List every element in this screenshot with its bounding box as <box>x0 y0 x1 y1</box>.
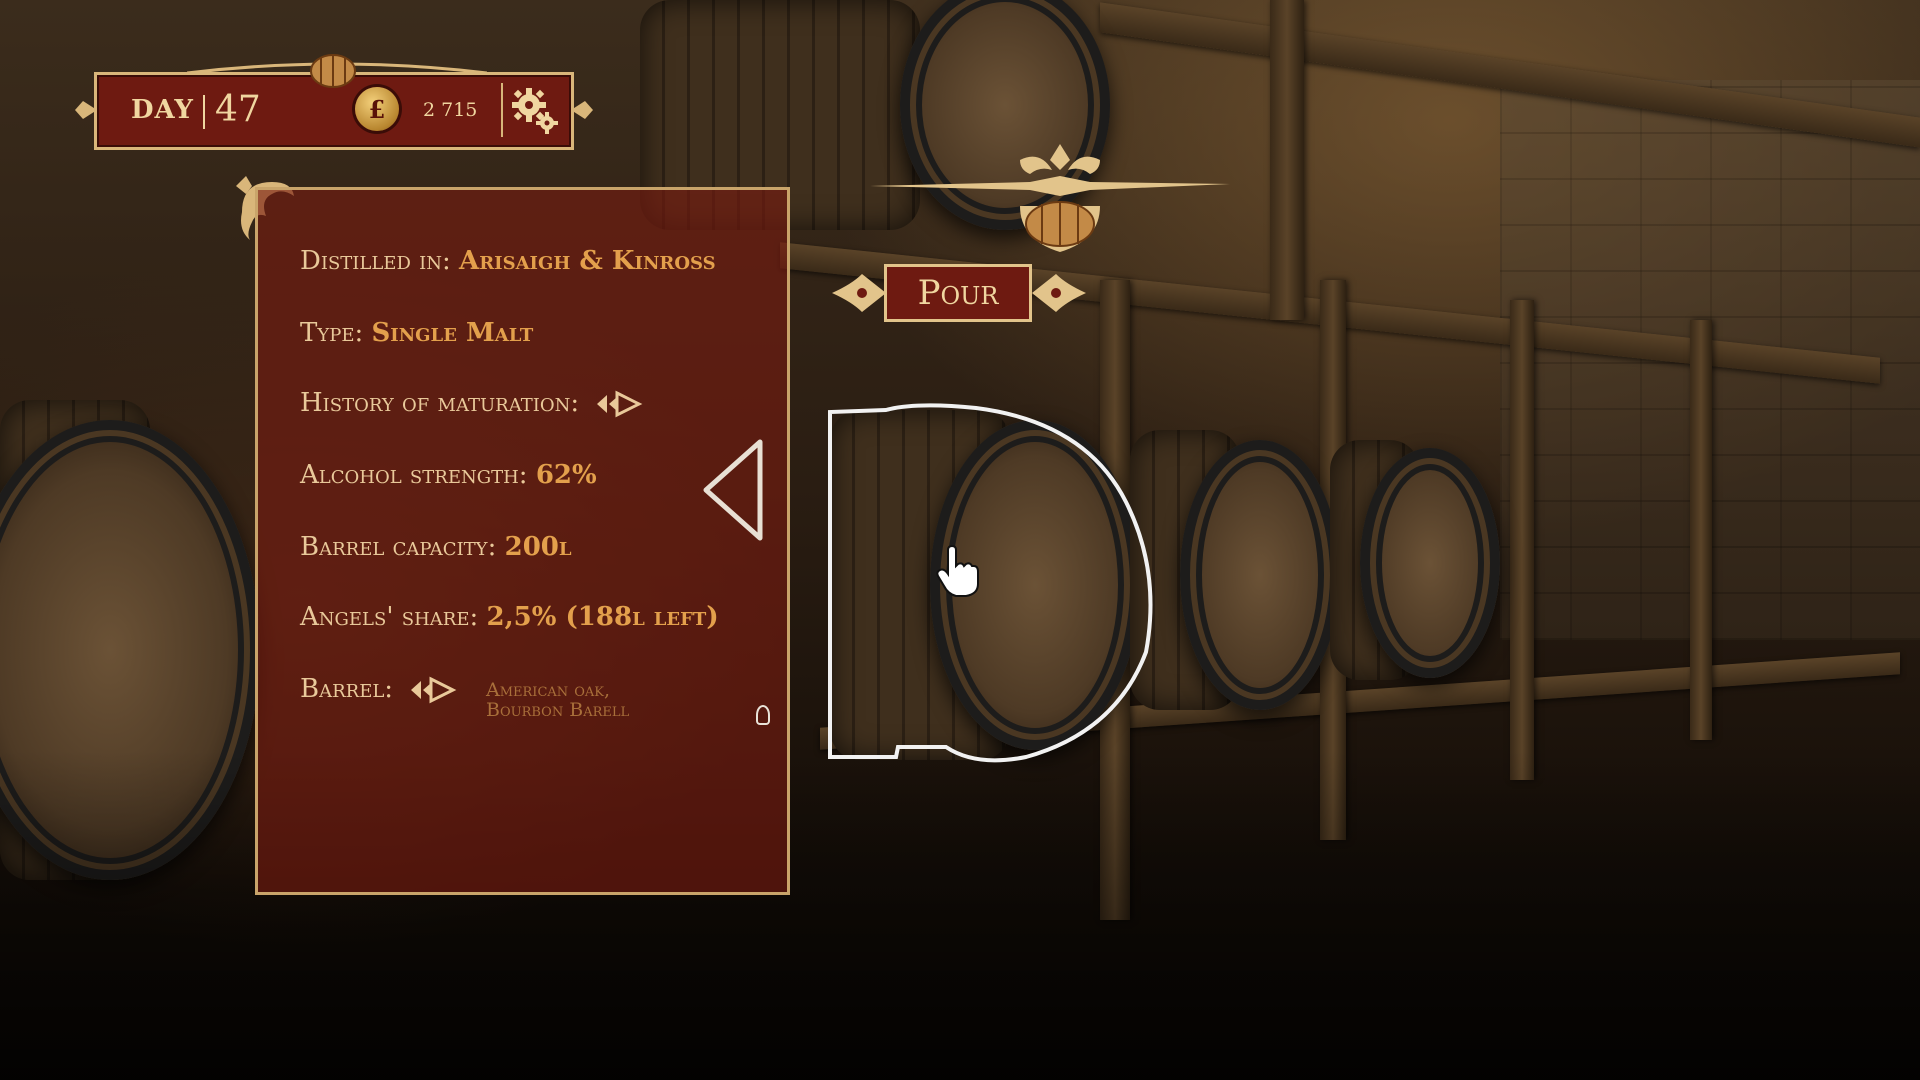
type-row: Type: Single Malt <box>300 318 533 348</box>
distilled-in-label: Distilled in: <box>300 246 451 276</box>
day-separator <box>203 95 205 129</box>
barrel-3-head[interactable] <box>1360 448 1500 678</box>
day-label: DAY <box>131 95 194 125</box>
hud-left-ornament <box>75 101 97 119</box>
hud-right-ornament <box>571 101 593 119</box>
ceiling-post <box>1270 0 1304 320</box>
history-label: History of maturation: <box>300 388 580 418</box>
coin-icon: £ <box>355 87 399 131</box>
pour-ornament <box>870 144 1230 252</box>
pour-right-ornament <box>1032 274 1086 312</box>
money-amount: 2 715 <box>423 99 478 121</box>
money-separator <box>501 83 503 137</box>
barrel-label: Barrel: <box>300 674 394 704</box>
day-number: 47 <box>215 89 261 130</box>
alcohol-row: Alcohol strength: 62% <box>300 460 597 490</box>
pour-left-ornament <box>832 274 886 312</box>
settings-gear-icon[interactable] <box>507 83 563 139</box>
alcohol-value: 62% <box>535 460 597 490</box>
history-expand-arrow-icon[interactable] <box>595 389 643 419</box>
angels-share-value: 2,5% (188l left) <box>486 602 719 632</box>
hand-cursor-icon <box>936 544 979 597</box>
shelf-post-4 <box>1690 320 1712 740</box>
history-row: History of maturation: <box>300 388 643 419</box>
capacity-value: 200l <box>504 532 572 562</box>
scroll-indicator[interactable] <box>756 705 770 725</box>
barrel-type-text: American oak, Bourbon Barell <box>486 680 629 720</box>
barrel-row: Barrel: <box>300 674 457 705</box>
barrel-2-head[interactable] <box>1180 440 1340 710</box>
top-status-bar: DAY 47 £ 2 715 <box>75 54 593 150</box>
angels-share-row: Angels' share: 2,5% (188l left) <box>300 602 719 632</box>
shelf-post-3 <box>1510 300 1534 780</box>
hud-barrel-icon <box>310 54 356 88</box>
type-value: Single Malt <box>371 318 534 348</box>
distilled-in-row: Distilled in: Arisaigh & Kinross <box>300 246 716 276</box>
pour-button[interactable]: Pour <box>884 264 1032 322</box>
barrel-type-line-1: American oak, <box>486 679 610 701</box>
alcohol-label: Alcohol strength: <box>300 460 528 490</box>
angels-share-label: Angels' share: <box>300 602 479 632</box>
distilled-in-value: Arisaigh & Kinross <box>459 246 716 276</box>
barrel-type-line-2: Bourbon Barell <box>486 699 630 721</box>
capacity-row: Barrel capacity: 200l <box>300 532 572 562</box>
barrel-selection-outline <box>828 403 1153 763</box>
capacity-label: Barrel capacity: <box>300 532 497 562</box>
type-label: Type: <box>300 318 364 348</box>
barrel-expand-arrow-icon[interactable] <box>409 675 457 705</box>
previous-barrel-arrow-icon[interactable] <box>700 438 770 544</box>
